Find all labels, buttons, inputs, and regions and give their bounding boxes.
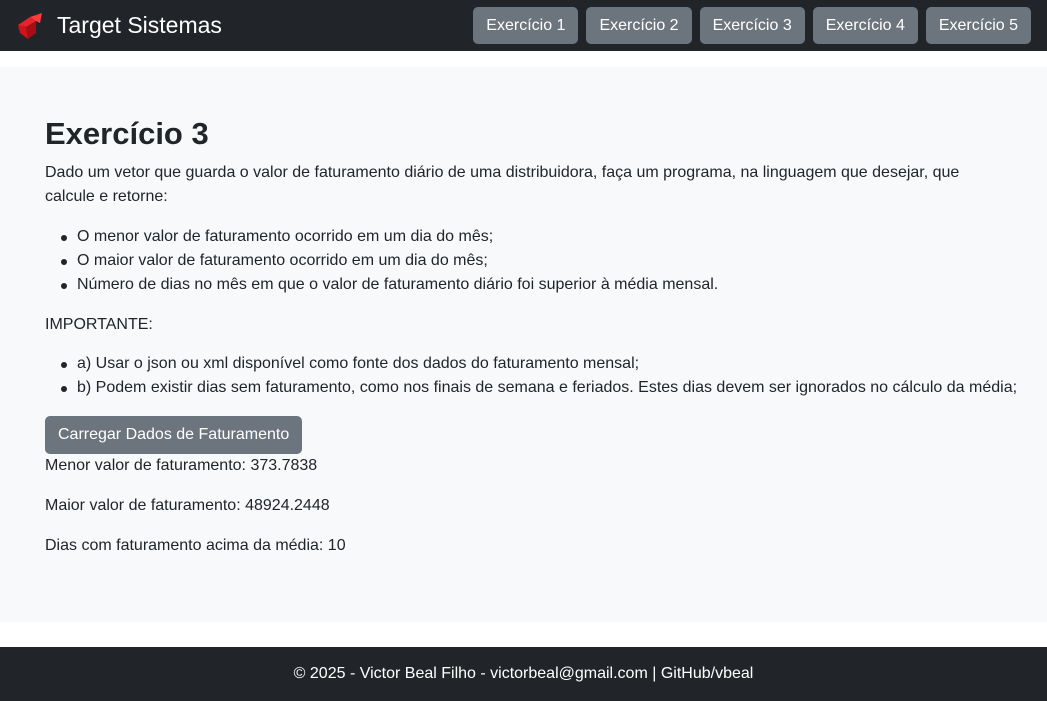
exercise-2-button[interactable]: Exercício 2 (586, 7, 692, 44)
exercise-3-button[interactable]: Exercício 3 (699, 7, 805, 44)
exercise-nav: Exercício 1 Exercício 2 Exercício 3 Exer… (473, 7, 1031, 44)
exercise-content: Exercício 3 Dado um vetor que guarda o v… (0, 67, 1047, 622)
footer: © 2025 - Victor Beal Filho - victorbeal@… (0, 647, 1047, 701)
important-label: IMPORTANTE: (45, 316, 153, 333)
exercise-1-button[interactable]: Exercício 1 (473, 7, 579, 44)
min-billing-result: Menor valor de faturamento: 373.7838 (45, 457, 318, 474)
requirements-list: O menor valor de faturamento ocorrido em… (45, 225, 718, 297)
brand-link[interactable]: Target Sistemas (14, 11, 222, 41)
brand-name: Target Sistemas (57, 12, 222, 38)
page-title: Exercício 3 (45, 116, 209, 151)
list-item: O menor valor de faturamento ocorrido em… (45, 225, 718, 249)
list-item: Número de dias no mês em que o valor de … (45, 273, 718, 297)
days-above-average-result: Dias com faturamento acima da média: 10 (45, 537, 346, 554)
github-link[interactable]: GitHub/vbeal (661, 665, 754, 683)
list-item: a) Usar o json ou xml disponível como fo… (45, 352, 1017, 376)
exercise-4-button[interactable]: Exercício 4 (812, 7, 918, 44)
navbar: Target Sistemas Exercício 1 Exercício 2 … (0, 0, 1047, 51)
footer-copyright: © 2025 - Victor Beal Filho - victorbeal@… (293, 665, 648, 682)
list-item: O maior valor de faturamento ocorrido em… (45, 249, 718, 273)
list-item: b) Podem existir dias sem faturamento, c… (45, 376, 1017, 400)
important-notes-list: a) Usar o json ou xml disponível como fo… (45, 352, 1017, 400)
max-billing-result: Maior valor de faturamento: 48924.2448 (45, 497, 330, 514)
exercise-description: Dado um vetor que guarda o valor de fatu… (45, 164, 960, 205)
footer-separator: | (652, 665, 657, 682)
load-billing-data-button[interactable]: Carregar Dados de Faturamento (45, 416, 303, 454)
exercise-5-button[interactable]: Exercício 5 (925, 7, 1031, 44)
red-arrow-logo-icon (18, 12, 42, 39)
